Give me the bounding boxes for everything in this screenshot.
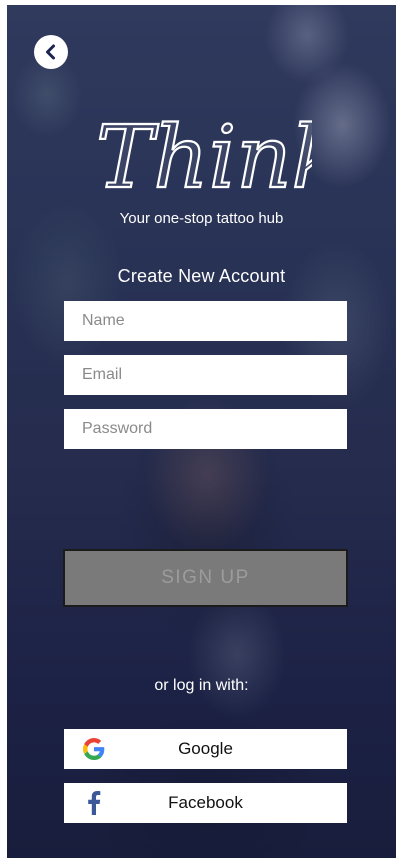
- google-label: Google: [178, 739, 233, 758]
- email-field[interactable]: [64, 355, 347, 395]
- page-title: Create New Account: [117, 266, 286, 286]
- name-field[interactable]: [64, 301, 347, 341]
- password-field[interactable]: [64, 409, 347, 449]
- social-login-prompt: or log in with:: [154, 677, 249, 694]
- chevron-left-icon: [46, 44, 55, 60]
- facebook-login-button[interactable]: Facebook: [64, 783, 347, 823]
- google-login-button[interactable]: Google: [64, 729, 347, 769]
- app-logo: Think: [92, 105, 345, 209]
- tagline: Your one-stop tattoo hub: [119, 210, 284, 227]
- back-button[interactable]: [34, 35, 68, 69]
- facebook-label: Facebook: [168, 793, 243, 812]
- facebook-icon: [82, 791, 106, 815]
- app-screen: Think Your one-stop tattoo hub Create Ne…: [7, 5, 396, 858]
- google-icon: [82, 737, 106, 761]
- logo-wordmark: Think: [96, 108, 312, 205]
- signup-button[interactable]: SIGN UP: [63, 549, 348, 607]
